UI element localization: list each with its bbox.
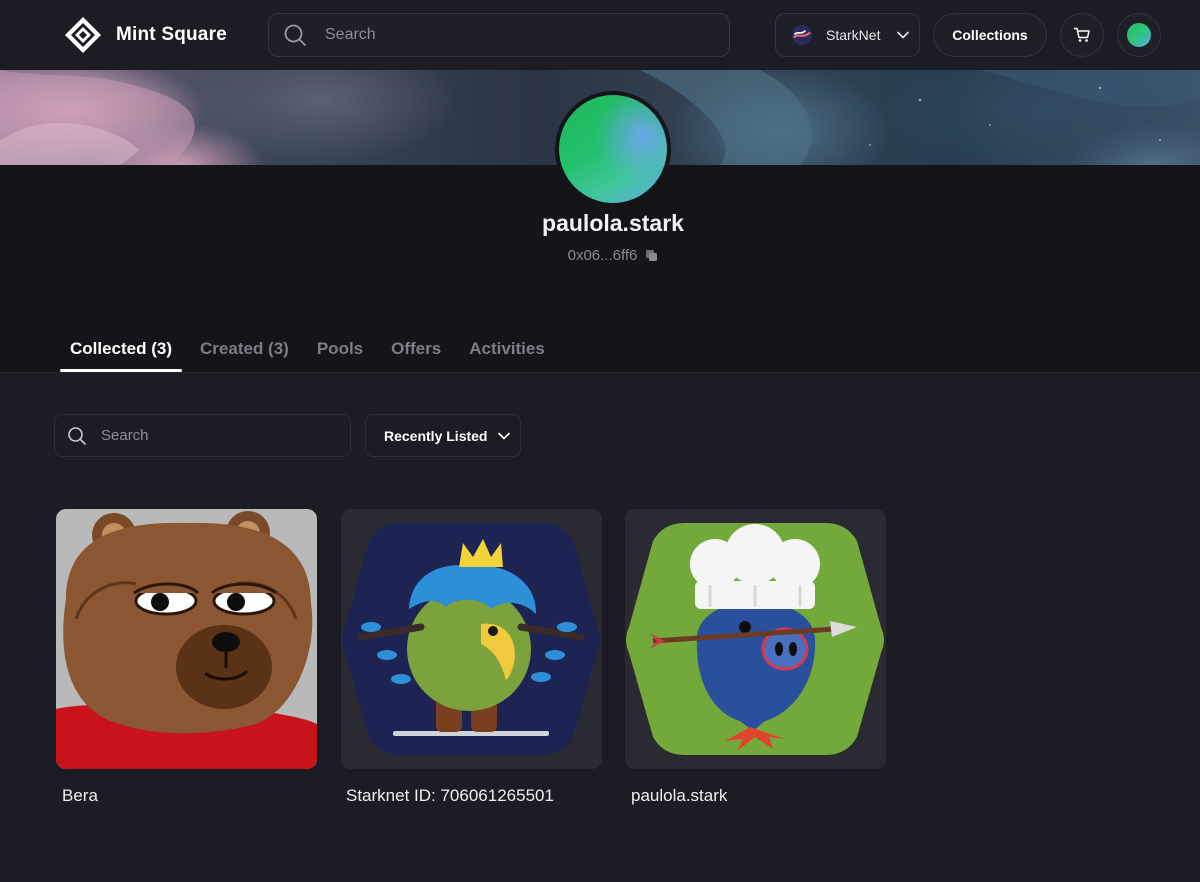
tab-created[interactable]: Created (3) [190,336,299,372]
search-icon [68,426,86,445]
starknet-icon [792,25,812,45]
nft-card-title[interactable]: Bera [62,786,98,806]
nft-card-paulola-stark[interactable] [625,509,886,769]
brand[interactable]: Mint Square [64,16,227,54]
network-selector[interactable]: StarkNet [775,13,920,57]
tab-pools[interactable]: Pools [307,336,373,372]
profile-tabs: Collected (3) Created (3) Pools Offers A… [60,336,555,372]
chevron-down-icon [498,432,511,439]
tabs-divider [0,372,1200,373]
sort-dropdown[interactable]: Recently Listed [365,414,521,457]
global-search-input[interactable] [325,26,705,44]
network-label: StarkNet [826,27,881,43]
nft-card-bera[interactable] [56,509,317,769]
items-search[interactable] [54,414,351,457]
brand-name: Mint Square [116,24,227,45]
nft-card-starknet-id[interactable] [341,509,602,769]
tab-collected[interactable]: Collected (3) [60,336,183,372]
search-icon [284,24,306,46]
bear-pfp-image [56,509,317,769]
cart-button[interactable] [1060,13,1104,57]
mint-square-logo-icon [65,17,101,53]
profile-name: paulola.stark [542,210,684,236]
crowned-bird-image [341,509,602,769]
items-search-input[interactable] [101,427,331,444]
nft-card-title[interactable]: Starknet ID: 706061265501 [346,786,554,806]
chef-pig-image [625,509,886,769]
nft-card-title[interactable]: paulola.stark [631,786,727,806]
collections-button[interactable]: Collections [933,13,1047,57]
tab-activities[interactable]: Activities [459,336,555,372]
wallet-address: 0x06...6ff6 [567,247,638,264]
sort-label: Recently Listed [384,427,488,444]
global-search[interactable] [268,13,730,57]
top-navbar: Mint Square StarkNet Collections [0,0,1200,70]
tab-offers[interactable]: Offers [381,336,451,372]
account-avatar-button[interactable] [1117,13,1161,57]
cart-icon [1073,27,1090,42]
copy-icon[interactable] [645,249,658,262]
profile-address-row: 0x06...6ff6 [0,247,1200,264]
chevron-down-icon [897,31,910,39]
avatar [1127,23,1151,47]
profile-avatar [555,91,671,207]
